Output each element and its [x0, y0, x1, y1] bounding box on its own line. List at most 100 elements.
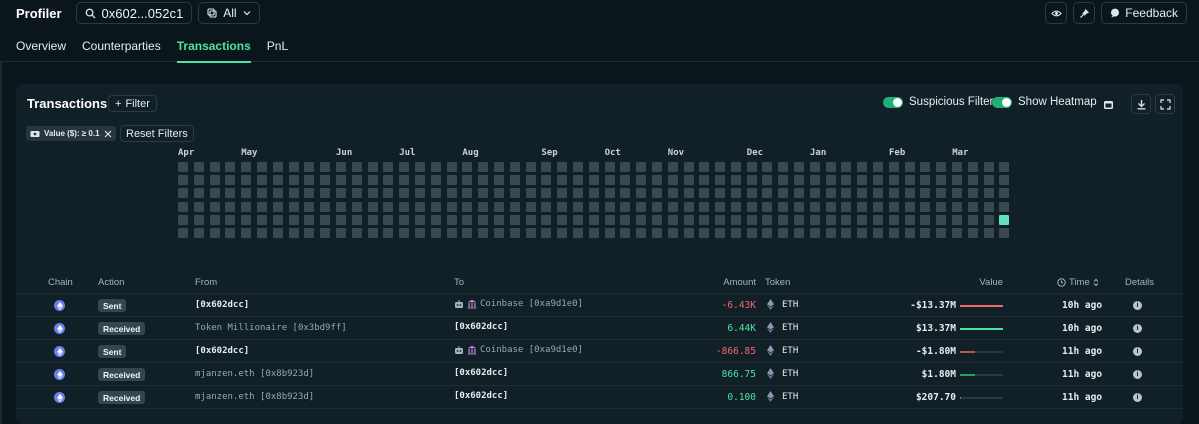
heatmap-cell[interactable] — [509, 175, 520, 186]
heatmap-cell[interactable] — [952, 227, 963, 238]
heatmap-cell[interactable] — [983, 214, 994, 225]
heatmap-cell[interactable] — [367, 175, 378, 186]
heatmap-cell[interactable] — [620, 188, 631, 199]
heatmap-cell[interactable] — [809, 227, 820, 238]
heatmap-cell[interactable] — [272, 175, 283, 186]
heatmap-cell[interactable] — [746, 214, 757, 225]
heatmap-cell[interactable] — [794, 227, 805, 238]
heatmap-cell[interactable] — [920, 175, 931, 186]
heatmap-cell[interactable] — [683, 201, 694, 212]
add-filter-button[interactable]: + Filter — [108, 95, 157, 112]
heatmap-cell[interactable] — [446, 162, 457, 172]
heatmap-cell[interactable] — [383, 214, 394, 225]
heatmap-cell[interactable] — [493, 175, 504, 186]
suspicious-filter-toggle[interactable]: Suspicious Filter — [883, 96, 993, 108]
heatmap-cell[interactable] — [399, 201, 410, 212]
heatmap-cell[interactable] — [209, 214, 220, 225]
heatmap-cell[interactable] — [272, 227, 283, 238]
heatmap-cell[interactable] — [683, 214, 694, 225]
heatmap-cell[interactable] — [209, 175, 220, 186]
heatmap-cell[interactable] — [462, 201, 473, 212]
heatmap-cell[interactable] — [778, 175, 789, 186]
heatmap-cell[interactable] — [178, 175, 188, 186]
heatmap-cell[interactable] — [715, 201, 726, 212]
heatmap-cell[interactable] — [430, 227, 441, 238]
heatmap-cell[interactable] — [920, 162, 931, 172]
heatmap-cell[interactable] — [952, 214, 963, 225]
heatmap-cell[interactable] — [762, 162, 773, 172]
heatmap-cell[interactable] — [888, 175, 899, 186]
show-heatmap-toggle[interactable]: Show Heatmap — [992, 96, 1097, 108]
watch-button[interactable] — [1045, 2, 1068, 24]
heatmap-cell[interactable] — [967, 201, 978, 212]
heatmap-cell[interactable] — [462, 188, 473, 199]
heatmap-cell[interactable] — [983, 175, 994, 186]
heatmap-cell[interactable] — [904, 175, 915, 186]
tab-overview[interactable]: Overview — [16, 32, 66, 62]
heatmap-cell[interactable] — [557, 214, 568, 225]
heatmap-cell[interactable] — [746, 227, 757, 238]
heatmap-cell[interactable] — [636, 201, 647, 212]
heatmap-cell[interactable] — [478, 175, 489, 186]
heatmap-cell[interactable] — [667, 201, 678, 212]
heatmap-cell[interactable] — [383, 162, 394, 172]
heatmap-cell[interactable] — [620, 162, 631, 172]
heatmap-cell[interactable] — [825, 214, 836, 225]
heatmap-cell[interactable] — [667, 188, 678, 199]
heatmap-cell[interactable] — [351, 227, 362, 238]
heatmap-cell[interactable] — [841, 175, 852, 186]
heatmap-cell[interactable] — [999, 188, 1010, 199]
heatmap-cell[interactable] — [920, 227, 931, 238]
heatmap-cell[interactable] — [383, 188, 394, 199]
heatmap-cell[interactable] — [620, 201, 631, 212]
heatmap-cell[interactable] — [193, 201, 204, 212]
from-address[interactable]: [0x602dcc] — [195, 300, 249, 310]
heatmap-cell[interactable] — [335, 162, 346, 172]
heatmap-cell[interactable] — [178, 227, 188, 238]
info-icon[interactable]: i — [1133, 301, 1142, 310]
heatmap-cell[interactable] — [715, 162, 726, 172]
heatmap-cell[interactable] — [604, 214, 615, 225]
heatmap-cell[interactable] — [857, 162, 868, 172]
heatmap-cell[interactable] — [920, 214, 931, 225]
heatmap-cell[interactable] — [794, 214, 805, 225]
heatmap-cell[interactable] — [572, 162, 583, 172]
tab-counterparties[interactable]: Counterparties — [82, 32, 161, 62]
heatmap-cell[interactable] — [525, 227, 536, 238]
heatmap-cell[interactable] — [857, 188, 868, 199]
heatmap-cell[interactable] — [209, 227, 220, 238]
heatmap-cell[interactable] — [730, 175, 741, 186]
heatmap-cell[interactable] — [256, 175, 267, 186]
heatmap-cell[interactable] — [351, 188, 362, 199]
heatmap-cell[interactable] — [383, 175, 394, 186]
heatmap-cell[interactable] — [367, 201, 378, 212]
heatmap-cell[interactable] — [288, 214, 299, 225]
suspicious-filter-switch[interactable] — [883, 96, 903, 108]
heatmap-cell[interactable] — [651, 162, 662, 172]
reset-filters-button[interactable]: Reset Filters — [120, 125, 194, 142]
heatmap-cell[interactable] — [825, 162, 836, 172]
heatmap-cell[interactable] — [667, 227, 678, 238]
heatmap-cell[interactable] — [841, 214, 852, 225]
heatmap-cell[interactable] — [651, 175, 662, 186]
heatmap-cell[interactable] — [414, 201, 425, 212]
to-cell[interactable]: Coinbase [0xa9d1e0] — [454, 299, 583, 309]
heatmap-cell[interactable] — [241, 227, 252, 238]
heatmap-cell[interactable] — [541, 214, 552, 225]
heatmap-cell[interactable] — [367, 188, 378, 199]
heatmap-cell[interactable] — [414, 214, 425, 225]
heatmap-cell[interactable] — [588, 162, 599, 172]
heatmap-cell[interactable] — [588, 227, 599, 238]
heatmap-cell[interactable] — [888, 227, 899, 238]
heatmap-cell[interactable] — [636, 175, 647, 186]
heatmap-cell[interactable] — [983, 227, 994, 238]
heatmap-cell[interactable] — [715, 175, 726, 186]
from-address[interactable]: mjanzen.eth [0x8b923d] — [195, 392, 314, 402]
heatmap-cell[interactable] — [288, 188, 299, 199]
info-icon[interactable]: i — [1133, 324, 1142, 333]
to-cell[interactable]: [0x602dcc] — [454, 391, 508, 401]
heatmap-cell[interactable] — [920, 188, 931, 199]
heatmap-cell[interactable] — [367, 214, 378, 225]
heatmap-cell[interactable] — [825, 175, 836, 186]
heatmap-cell[interactable] — [651, 227, 662, 238]
